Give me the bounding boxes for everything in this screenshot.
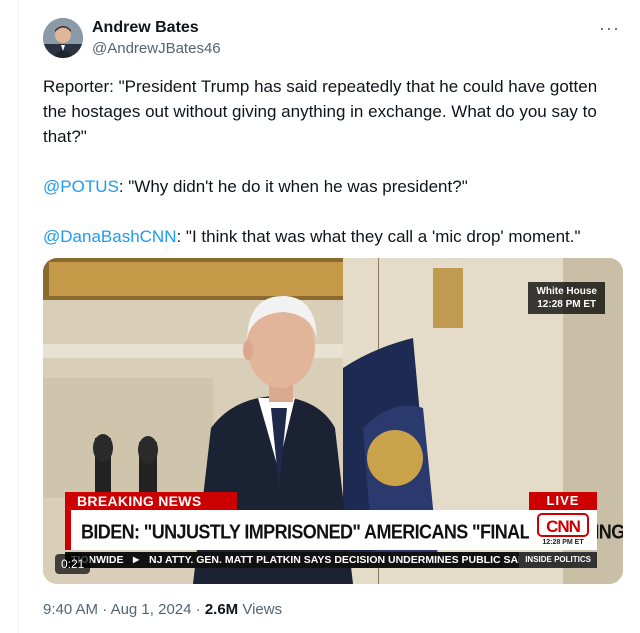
location-label: White House: [536, 286, 597, 297]
tweet-line-dana: @DanaBashCNN: "I think that was what the…: [43, 224, 623, 249]
video-duration: 0:21: [55, 554, 91, 574]
breaking-news-label: BREAKING NEWS: [65, 492, 237, 510]
tweet-line-potus: @POTUS: "Why didn't he do it when he was…: [43, 174, 623, 199]
location-badge: White House 12:28 PM ET: [528, 282, 605, 314]
views-count: 2.6M: [204, 601, 239, 618]
tweet-text: Reporter: "President Trump has said repe…: [43, 74, 623, 249]
tweet-meta: 9:40 AM · Aug 1, 2024 · 2.6M Views: [43, 600, 282, 620]
meta-separator: ·: [102, 601, 111, 618]
live-badge: LIVE: [529, 492, 597, 510]
mention-danabash[interactable]: @DanaBashCNN: [43, 227, 176, 246]
mention-potus[interactable]: @POTUS: [43, 177, 119, 196]
author-avatar[interactable]: [43, 18, 83, 58]
ticker-arrow-icon: ▶: [133, 555, 140, 564]
views-label: Views: [242, 601, 283, 618]
tweet-card: Andrew Bates @AndrewJBates46 ··· Reporte…: [18, 0, 640, 633]
news-ticker: TIONWIDE ▶ NJ ATTY. GEN. MATT PLATKIN SA…: [65, 552, 597, 568]
ticker-show: INSIDE POLITICS: [519, 552, 597, 568]
tweet-date[interactable]: Aug 1, 2024: [111, 601, 192, 618]
author-name[interactable]: Andrew Bates: [92, 18, 199, 38]
chyron-headline-bar: BIDEN: "UNJUSTLY IMPRISONED" AMERICANS "…: [65, 510, 623, 550]
location-time: 12:28 PM ET: [537, 299, 597, 310]
tweet-line-reporter: Reporter: "President Trump has said repe…: [43, 77, 598, 146]
network-time: 12:28 PM ET: [542, 539, 584, 546]
author-handle[interactable]: @AndrewJBates46: [92, 39, 221, 59]
potus-quote: : "Why didn't he do it when he was presi…: [118, 177, 468, 196]
meta-separator: ·: [195, 601, 205, 618]
tweet-time[interactable]: 9:40 AM: [43, 601, 98, 618]
dana-quote: : "I think that was what they call a 'mi…: [176, 227, 581, 246]
ticker-text: NJ ATTY. GEN. MATT PLATKIN SAYS DECISION…: [149, 554, 532, 566]
video-player[interactable]: White House 12:28 PM ET BREAKING NEWS LI…: [43, 258, 623, 584]
network-box: CNN 12:28 PM ET: [529, 510, 597, 550]
more-options-icon[interactable]: ···: [599, 18, 620, 38]
cnn-logo: CNN: [537, 513, 589, 537]
